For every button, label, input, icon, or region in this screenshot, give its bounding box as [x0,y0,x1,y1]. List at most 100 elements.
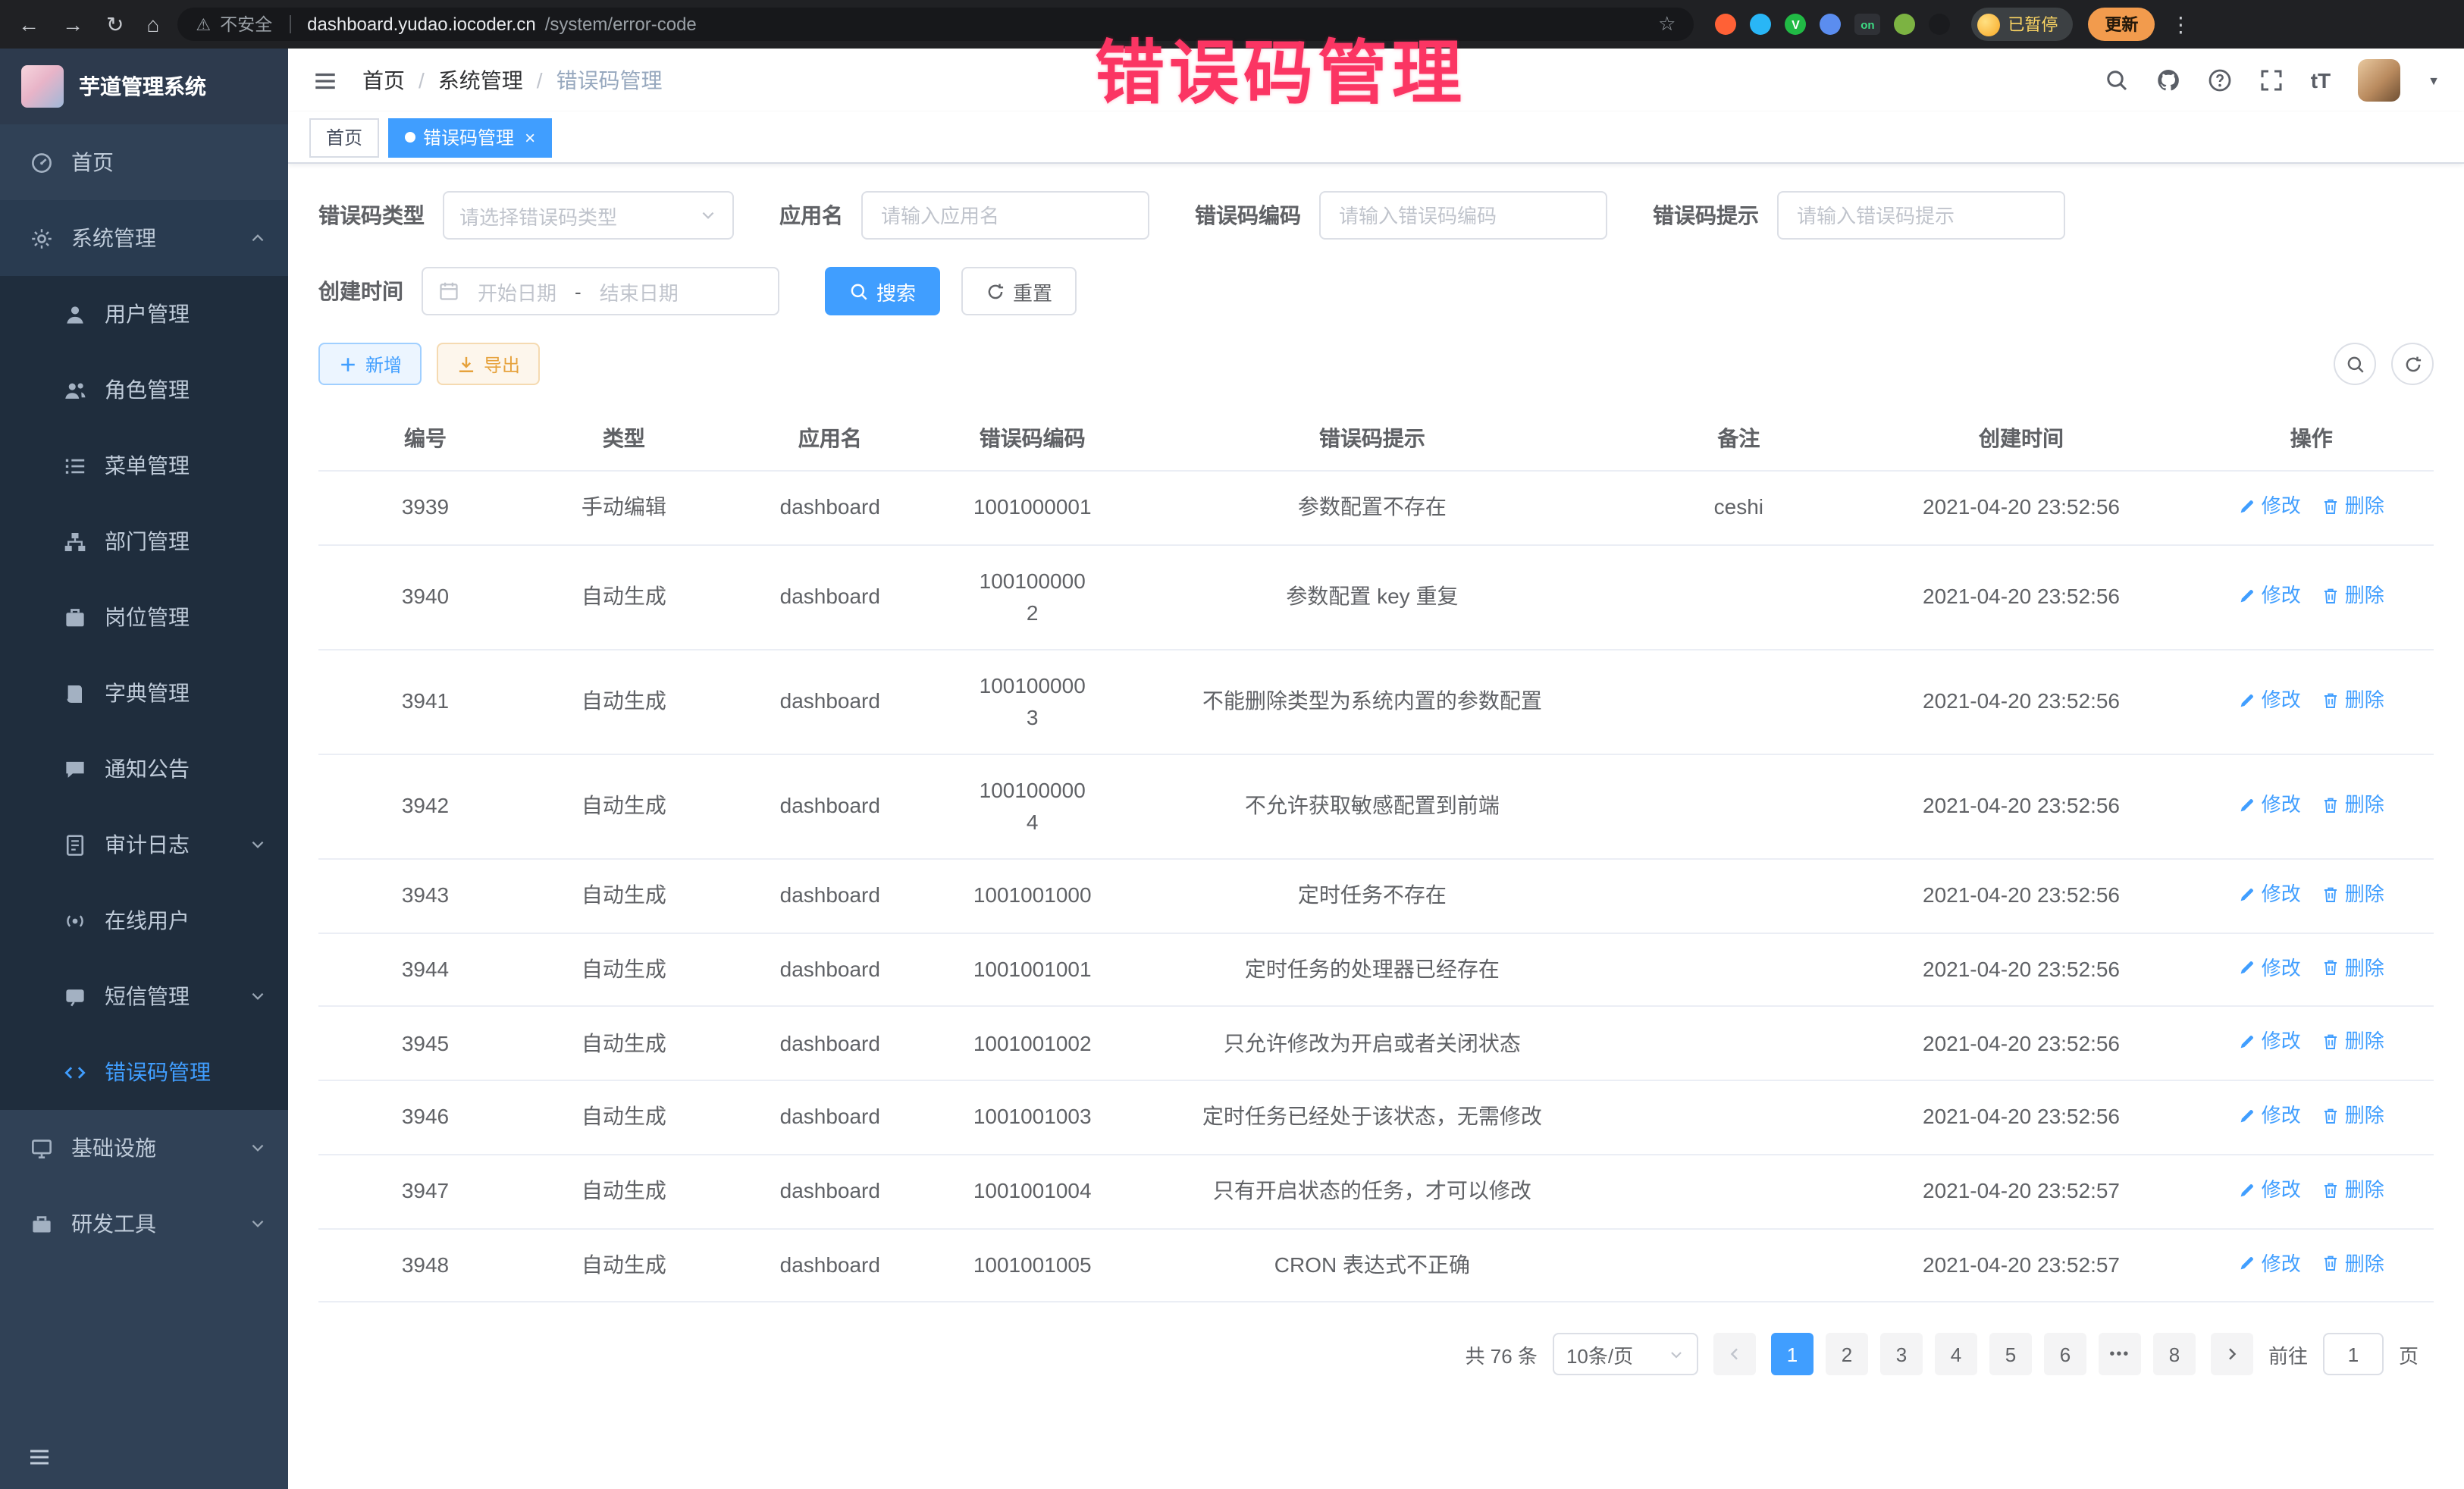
tab-close-icon[interactable]: × [525,127,535,148]
delete-link[interactable]: 删除 [2322,790,2384,820]
edit-icon [2239,795,2257,813]
page-size-select[interactable]: 10条/页 [1553,1334,1698,1376]
sidebar-item[interactable]: 角色管理 [0,352,288,428]
sidebar-item[interactable]: 通知公告 [0,731,288,807]
chevron-down-icon [249,1215,267,1233]
user-avatar[interactable] [2358,59,2400,102]
edit-link[interactable]: 修改 [2239,1249,2301,1278]
delete-link[interactable]: 删除 [2322,953,2384,983]
tag-view-tab[interactable]: 错误码管理× [388,118,552,157]
bookmark-star-icon[interactable]: ☆ [1658,12,1676,36]
page-number-button[interactable]: 6 [2044,1334,2086,1376]
sidebar-item[interactable]: 基础设施 [0,1110,288,1186]
address-bar[interactable]: ⚠ 不安全 dashboard.yudao.iocoder.cn/system/… [177,8,1694,41]
sidebar-item[interactable]: 首页 [0,124,288,200]
edit-link[interactable]: 修改 [2239,879,2301,909]
extension-adblock-icon[interactable] [1715,14,1736,35]
sidebar-item[interactable]: 错误码管理 [0,1034,288,1110]
edit-link[interactable]: 修改 [2239,1175,2301,1205]
github-icon[interactable] [2156,68,2180,92]
extension-drop-icon[interactable] [1750,14,1771,35]
cell-app: dashboard [716,1007,945,1081]
font-size-icon[interactable]: tT [2311,68,2331,92]
browser-update-button[interactable]: 更新 [2088,8,2155,41]
edit-link[interactable]: 修改 [2239,1101,2301,1130]
toggle-search-button[interactable] [2334,343,2376,385]
delete-link[interactable]: 删除 [2322,491,2384,521]
extension-pin-icon[interactable] [1929,14,1950,35]
sidebar-item[interactable]: 部门管理 [0,503,288,579]
help-icon[interactable] [2208,68,2232,92]
add-button-label: 新增 [365,351,402,377]
reset-button[interactable]: 重置 [961,267,1077,315]
delete-link[interactable]: 删除 [2322,879,2384,909]
sidebar-item[interactable]: 研发工具 [0,1186,288,1262]
error-msg-input[interactable] [1777,191,2065,240]
edit-link[interactable]: 修改 [2239,685,2301,715]
delete-link[interactable]: 删除 [2322,1027,2384,1057]
date-range-picker[interactable]: 开始日期 - 结束日期 [422,267,779,315]
browser-menu-icon[interactable]: ⋮ [2170,11,2191,37]
sidebar-item[interactable]: 字典管理 [0,655,288,731]
sidebar-item[interactable]: 菜单管理 [0,428,288,503]
extension-grid-icon[interactable] [1820,14,1841,35]
edit-link[interactable]: 修改 [2239,581,2301,610]
cell-app: dashboard [716,650,945,754]
edit-link[interactable]: 修改 [2239,953,2301,983]
delete-link[interactable]: 删除 [2322,1249,2384,1278]
app-name-input[interactable] [861,191,1149,240]
search-icon[interactable] [2105,68,2129,92]
cell-app: dashboard [716,859,945,933]
export-button[interactable]: 导出 [437,343,540,385]
page-number-button[interactable]: 8 [2153,1334,2196,1376]
sidebar-item[interactable]: 岗位管理 [0,579,288,655]
page-number-button[interactable]: 2 [1826,1334,1868,1376]
prev-page-button[interactable] [1713,1334,1756,1376]
dashboard-icon [30,151,53,174]
browser-back-icon[interactable]: ← [18,11,39,37]
search-button[interactable]: 搜索 [825,267,940,315]
error-code-input[interactable] [1319,191,1607,240]
sidebar-item[interactable]: 在线用户 [0,882,288,958]
collapse-sidebar-icon[interactable] [27,1445,52,1469]
page-number-button[interactable]: 3 [1880,1334,1923,1376]
sidebar-item[interactable]: 短信管理 [0,958,288,1034]
delete-label: 删除 [2345,1027,2384,1057]
sidebar-item[interactable]: 用户管理 [0,276,288,352]
profile-chip[interactable]: 已暂停 [1971,8,2073,41]
logo[interactable]: 芋道管理系统 [0,49,288,124]
browser-home-icon[interactable]: ⌂ [146,11,159,37]
add-button[interactable]: 新增 [318,343,422,385]
delete-link[interactable]: 删除 [2322,1101,2384,1130]
extension-onetab-icon[interactable]: on [1854,14,1880,35]
extension-leaf-icon[interactable] [1894,14,1915,35]
breadcrumb-item[interactable]: 系统管理 [438,65,523,96]
refresh-table-button[interactable] [2391,343,2434,385]
browser-forward-icon[interactable]: → [62,11,83,37]
tag-view-tab[interactable]: 首页 [309,118,379,157]
table-row: 3940自动生成dashboard1001000002参数配置 key 重复20… [318,545,2434,650]
sidebar-item[interactable]: 审计日志 [0,807,288,882]
export-button-label: 导出 [484,351,520,377]
delete-link[interactable]: 删除 [2322,1175,2384,1205]
sidebar-item[interactable]: 系统管理 [0,200,288,276]
page-ellipsis[interactable]: ••• [2099,1334,2141,1376]
delete-link[interactable]: 删除 [2322,581,2384,610]
next-page-button[interactable] [2211,1334,2253,1376]
page-number-button[interactable]: 5 [1989,1334,2032,1376]
breadcrumb-item[interactable]: 首页 [362,65,405,96]
browser-reload-icon[interactable]: ↻ [106,11,124,37]
navbar-actions: tT ▼ [2105,59,2440,102]
page-number-button[interactable]: 4 [1935,1334,1977,1376]
page-number-button[interactable]: 1 [1771,1334,1814,1376]
edit-link[interactable]: 修改 [2239,1027,2301,1057]
error-type-select[interactable]: 请选择错误码类型 [443,191,734,240]
extension-v-icon[interactable]: V [1785,14,1806,35]
delete-link[interactable]: 删除 [2322,685,2384,715]
fullscreen-icon[interactable] [2259,68,2284,92]
edit-link[interactable]: 修改 [2239,491,2301,521]
avatar-caret-icon[interactable]: ▼ [2428,74,2440,87]
hamburger-icon[interactable] [312,67,338,93]
edit-link[interactable]: 修改 [2239,790,2301,820]
goto-page-input[interactable] [2323,1334,2384,1376]
